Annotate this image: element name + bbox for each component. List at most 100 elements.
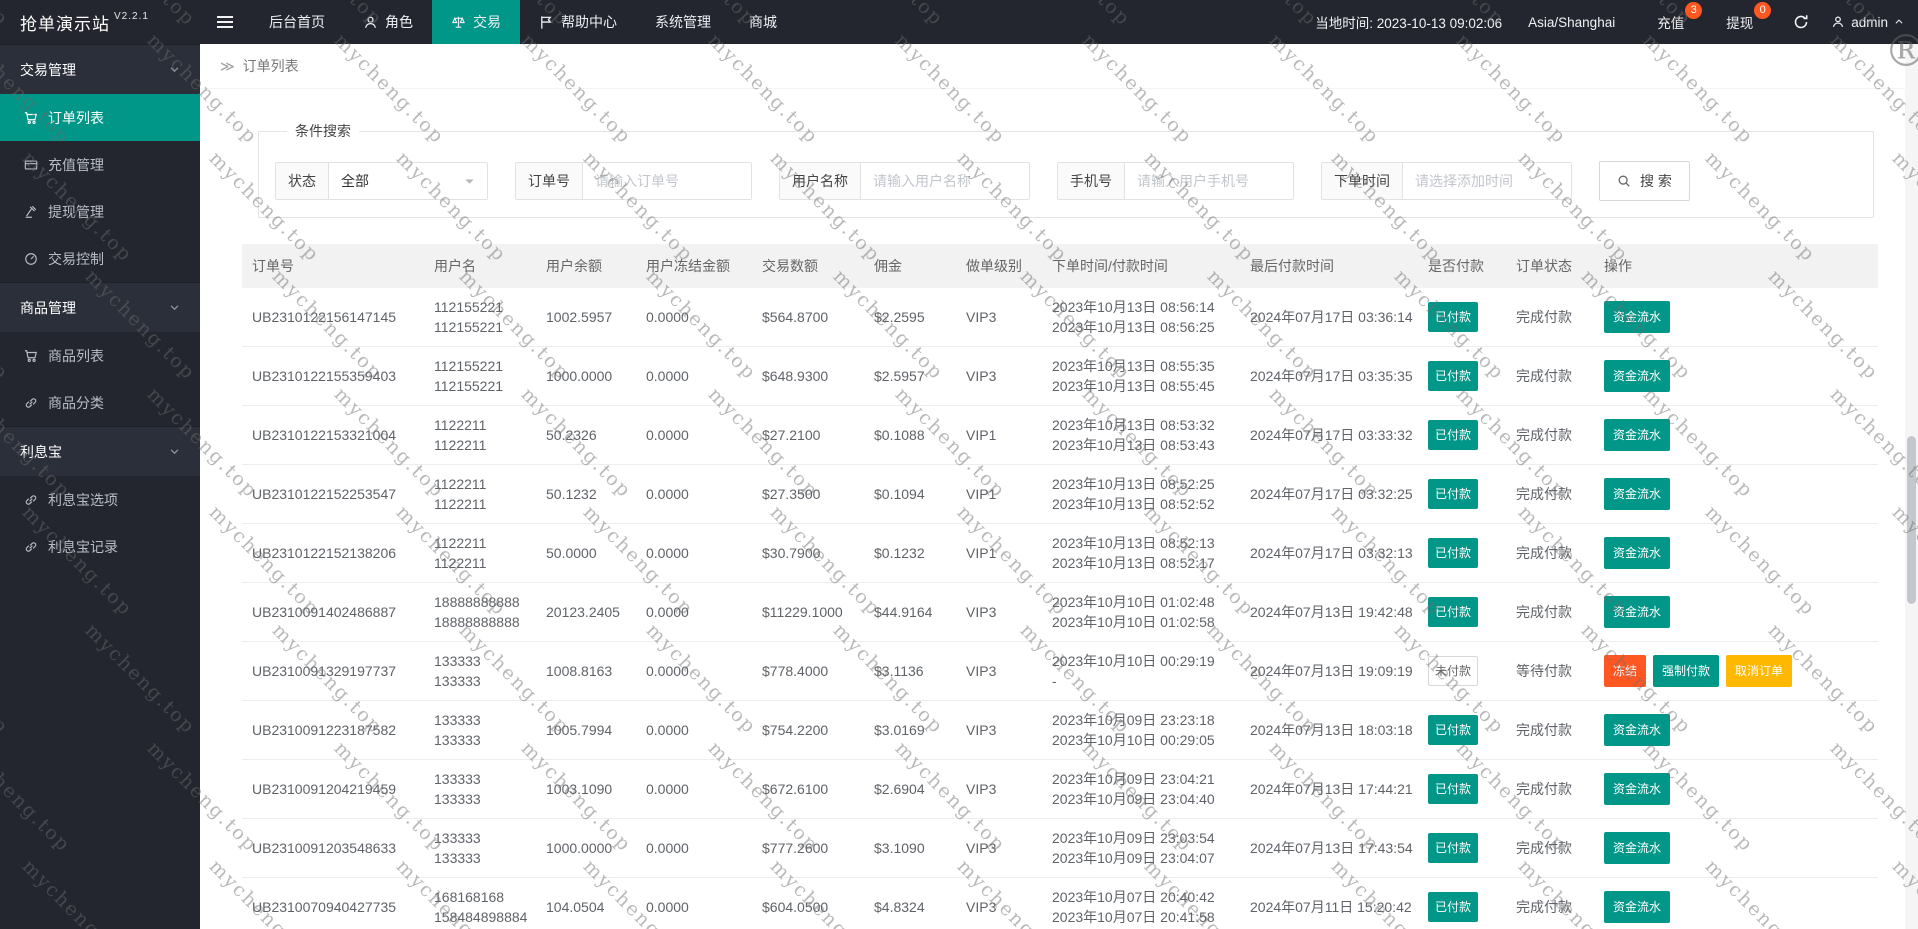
cart-icon bbox=[24, 349, 38, 363]
sidebar-item-提现管理[interactable]: 提现管理 bbox=[0, 188, 200, 235]
recharge-button[interactable]: 充值 3 bbox=[1645, 2, 1703, 32]
sidebar-item-商品列表[interactable]: 商品列表 bbox=[0, 332, 200, 379]
level-cell: VIP3 bbox=[956, 818, 1042, 878]
user-cell: 133333 133333 bbox=[424, 818, 536, 878]
last-pay-time-cell: 2024年07月17日 03:36:14 bbox=[1240, 288, 1418, 347]
actions-cell: 资金流水 bbox=[1594, 405, 1878, 465]
sidebar-item-充值管理[interactable]: 充值管理 bbox=[0, 141, 200, 188]
top-nav: 后台首页 角色 交易 帮助中心 系统管理 商城 bbox=[250, 0, 796, 44]
sidebar-item-利息宝选项[interactable]: 利息宝选项 bbox=[0, 476, 200, 523]
order-no-cell: UB2310091329197737 bbox=[242, 641, 424, 701]
action-button-资金流水[interactable]: 资金流水 bbox=[1604, 360, 1671, 392]
search-button[interactable]: 搜 索 bbox=[1599, 161, 1690, 201]
order-no-input[interactable] bbox=[583, 163, 751, 199]
scrollbar-thumb[interactable] bbox=[1907, 436, 1916, 604]
amount-cell: $27.2100 bbox=[752, 405, 864, 465]
column-header: 最后付款时间 bbox=[1240, 244, 1418, 288]
nav-item-2[interactable]: 角色 bbox=[344, 0, 432, 44]
flag-icon bbox=[539, 15, 554, 30]
sidebar-group-1[interactable]: 交易管理 bbox=[0, 44, 200, 94]
user-menu[interactable]: admin bbox=[1831, 15, 1904, 30]
nav-item-4[interactable]: 帮助中心 bbox=[520, 0, 636, 44]
table-row: UB2310122156147145 112155221 112155221 1002… bbox=[242, 288, 1878, 347]
link-icon bbox=[24, 396, 38, 410]
order-pay-time-cell: 2023年10月13日 08:52:13 2023年10月13日 08:52:17 bbox=[1042, 523, 1240, 583]
frozen-cell: 0.0000 bbox=[636, 877, 752, 929]
action-button-强制付款[interactable]: 强制付款 bbox=[1653, 655, 1720, 687]
actions-cell: 资金流水 bbox=[1594, 523, 1878, 583]
nav-item-3[interactable]: 交易 bbox=[432, 0, 520, 44]
username-label: 用户名称 bbox=[780, 163, 861, 199]
level-cell: VIP3 bbox=[956, 759, 1042, 819]
status-select[interactable]: 全部 bbox=[329, 163, 487, 199]
last-pay-time-cell: 2024年07月17日 03:32:13 bbox=[1240, 523, 1418, 583]
action-button-资金流水[interactable]: 资金流水 bbox=[1604, 832, 1671, 864]
actions-cell: 资金流水 bbox=[1594, 464, 1878, 524]
action-button-资金流水[interactable]: 资金流水 bbox=[1604, 419, 1671, 451]
column-header: 操作 bbox=[1594, 244, 1878, 288]
column-header: 做单级别 bbox=[956, 244, 1042, 288]
commission-cell: $3.0169 bbox=[864, 700, 956, 760]
paid-status-badge: 已付款 bbox=[1428, 597, 1479, 627]
withdraw-button[interactable]: 提现 0 bbox=[1714, 2, 1772, 32]
order-pay-time-cell: 2023年10月09日 23:03:54 2023年10月09日 23:04:07 bbox=[1042, 818, 1240, 878]
paid-status-badge: 已付款 bbox=[1428, 774, 1479, 804]
balance-cell: 1008.8163 bbox=[536, 641, 636, 701]
action-button-资金流水[interactable]: 资金流水 bbox=[1604, 714, 1671, 746]
commission-cell: $4.8324 bbox=[864, 877, 956, 929]
action-button-资金流水[interactable]: 资金流水 bbox=[1604, 891, 1671, 923]
balance-cell: 50.2326 bbox=[536, 405, 636, 465]
amount-cell: $778.4000 bbox=[752, 641, 864, 701]
action-button-冻结[interactable]: 冻结 bbox=[1604, 655, 1647, 687]
action-button-资金流水[interactable]: 资金流水 bbox=[1604, 301, 1671, 333]
nav-item-label: 交易 bbox=[473, 14, 501, 30]
action-button-资金流水[interactable]: 资金流水 bbox=[1604, 537, 1671, 569]
nav-item-1[interactable]: 后台首页 bbox=[250, 0, 344, 44]
chevron-up-icon bbox=[1895, 19, 1903, 24]
hamburger-menu-icon[interactable] bbox=[200, 0, 250, 44]
order-no-cell: UB2310122156147145 bbox=[242, 288, 424, 347]
amount-cell: $777.2600 bbox=[752, 818, 864, 878]
amount-cell: $27.3500 bbox=[752, 464, 864, 524]
breadcrumb-label: 订单列表 bbox=[242, 58, 299, 74]
paid-cell: 已付款 bbox=[1418, 523, 1506, 583]
sidebar-item-商品分类[interactable]: 商品分类 bbox=[0, 379, 200, 426]
amount-cell: $604.0500 bbox=[752, 877, 864, 929]
nav-item-6[interactable]: 商城 bbox=[730, 0, 796, 44]
level-cell: VIP3 bbox=[956, 288, 1042, 347]
username-filter: 用户名称 bbox=[779, 162, 1030, 200]
paid-cell: 已付款 bbox=[1418, 582, 1506, 642]
sidebar-group-2[interactable]: 商品管理 bbox=[0, 282, 200, 332]
action-button-资金流水[interactable]: 资金流水 bbox=[1604, 773, 1671, 805]
sidebar-group-3[interactable]: 利息宝 bbox=[0, 426, 200, 476]
vertical-scrollbar[interactable] bbox=[1905, 44, 1918, 929]
username-input[interactable] bbox=[861, 163, 1029, 199]
order-status-cell: 完成付款 bbox=[1506, 288, 1594, 347]
table-header-row: 订单号 用户名 用户余额 用户冻结金额 交易数额 佣金 做单级别 下单时间/付款时间 最后付款时… bbox=[242, 244, 1878, 288]
chevron-down-icon bbox=[169, 302, 180, 313]
table-row: UB2310091204219459 133333 133333 1003.1090 0… bbox=[242, 759, 1878, 819]
local-time: 当地时间: 2023-10-13 09:02:06 bbox=[1315, 16, 1503, 31]
status-label: 状态 bbox=[276, 163, 329, 199]
paid-status-badge: 已付款 bbox=[1428, 302, 1479, 332]
nav-item-label: 角色 bbox=[385, 14, 413, 30]
phone-input[interactable] bbox=[1125, 163, 1293, 199]
sidebar-item-订单列表[interactable]: 订单列表 bbox=[0, 94, 200, 141]
sidebar-item-交易控制[interactable]: 交易控制 bbox=[0, 235, 200, 282]
action-button-资金流水[interactable]: 资金流水 bbox=[1604, 478, 1671, 510]
order-status-cell: 完成付款 bbox=[1506, 700, 1594, 760]
last-pay-time-cell: 2024年07月17日 03:32:25 bbox=[1240, 464, 1418, 524]
column-header: 用户名 bbox=[424, 244, 536, 288]
user-cell: 1122211 1122211 bbox=[424, 464, 536, 524]
frozen-cell: 0.0000 bbox=[636, 405, 752, 465]
nav-item-5[interactable]: 系统管理 bbox=[636, 0, 730, 44]
refresh-icon[interactable] bbox=[1793, 14, 1809, 30]
phone-label: 手机号 bbox=[1058, 163, 1125, 199]
action-button-取消订单[interactable]: 取消订单 bbox=[1726, 655, 1793, 687]
order-time-input[interactable] bbox=[1403, 163, 1571, 199]
search-button-label: 搜 索 bbox=[1640, 173, 1672, 189]
sidebar-item-利息宝记录[interactable]: 利息宝记录 bbox=[0, 523, 200, 570]
frozen-cell: 0.0000 bbox=[636, 523, 752, 583]
content: 条件搜索 状态 全部 订单号 用户名称 手 bbox=[200, 89, 1918, 929]
action-button-资金流水[interactable]: 资金流水 bbox=[1604, 596, 1671, 628]
